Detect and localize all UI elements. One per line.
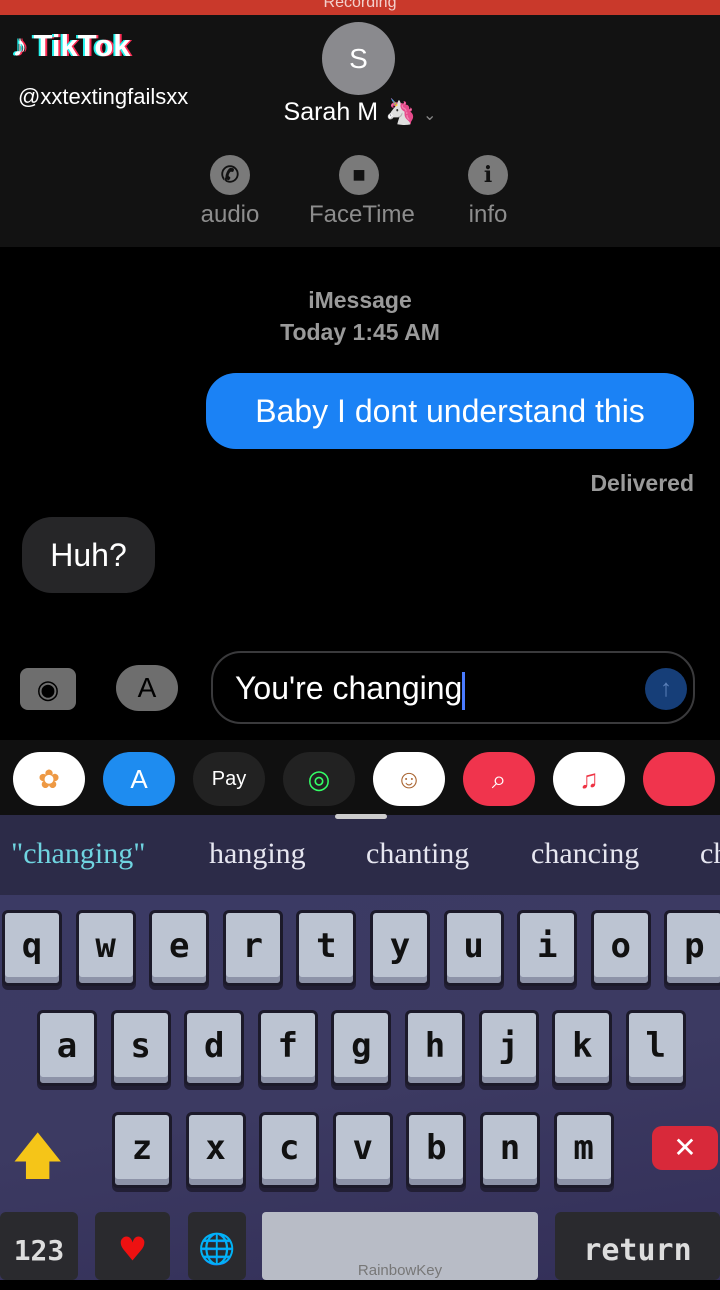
thread-meta: iMessage Today 1:45 AM <box>0 284 720 348</box>
more-app-icon[interactable] <box>643 752 715 806</box>
message-input-text: You're changing <box>235 670 463 706</box>
suggestion-bar: "changing" hanging chanting chancing ch <box>0 815 720 900</box>
key-g[interactable]: g <box>331 1010 392 1086</box>
key-t[interactable]: t <box>296 910 357 986</box>
key-i[interactable]: i <box>517 910 578 986</box>
key-j[interactable]: j <box>478 1010 539 1086</box>
music-app-icon[interactable]: ♫ <box>553 752 625 806</box>
app-store-app-icon[interactable]: A <box>103 752 175 806</box>
app-store-icon[interactable]: A <box>116 665 178 711</box>
key-k[interactable]: k <box>552 1010 613 1086</box>
tiktok-wordmark: TikTok <box>33 28 131 63</box>
key-d[interactable]: d <box>184 1010 245 1086</box>
suggestion-item[interactable]: chanting <box>366 837 469 871</box>
drag-handle[interactable] <box>335 814 387 819</box>
info-button[interactable]: i info <box>438 155 538 229</box>
shift-key[interactable]: 🡅 <box>12 1120 63 1205</box>
suggestion-item[interactable]: ch <box>700 837 720 871</box>
suggestion-item[interactable]: "changing" <box>11 837 145 871</box>
activity-app-icon[interactable]: ◎ <box>283 752 355 806</box>
key-a[interactable]: a <box>37 1010 97 1086</box>
info-label: info <box>468 201 508 228</box>
key-z[interactable]: z <box>112 1112 172 1188</box>
key-e[interactable]: e <box>149 910 210 986</box>
key-y[interactable]: y <box>370 910 430 986</box>
key-w[interactable]: w <box>75 910 136 986</box>
contact-name[interactable]: Sarah M 🦄 ⌄ <box>0 98 720 127</box>
contact-name-text: Sarah M 🦄 <box>283 98 417 126</box>
memoji-app-icon[interactable]: ☺ <box>373 752 445 806</box>
info-icon: i <box>468 155 508 195</box>
thread-timestamp: Today 1:45 AM <box>280 319 440 345</box>
key-p[interactable]: p <box>664 910 720 986</box>
app-drawer: ✿ A Pay ◎ ☺ ⌕ ♫ <box>0 740 720 818</box>
key-q[interactable]: q <box>2 910 62 986</box>
key-f[interactable]: f <box>257 1010 318 1086</box>
key-r[interactable]: r <box>222 910 283 986</box>
key-c[interactable]: c <box>259 1112 320 1188</box>
send-button[interactable]: ↑ <box>645 668 687 710</box>
key-h[interactable]: h <box>405 1010 465 1086</box>
emoji-key[interactable]: ♥ <box>95 1212 170 1280</box>
suggestion-item[interactable]: chancing <box>531 837 639 871</box>
key-x[interactable]: x <box>185 1112 246 1188</box>
recording-indicator: Recording <box>0 0 720 15</box>
key-s[interactable]: s <box>110 1010 171 1086</box>
camera-icon[interactable]: ◉ <box>20 668 76 710</box>
phone-icon: ✆ <box>210 155 250 195</box>
key-n[interactable]: n <box>480 1112 540 1188</box>
delete-key[interactable]: ✕ <box>652 1126 718 1170</box>
keyboard-brand: RainbowKey <box>357 1262 443 1279</box>
key-o[interactable]: o <box>590 910 651 986</box>
numbers-key[interactable]: 123 <box>0 1212 78 1280</box>
audio-button[interactable]: ✆ audio <box>180 155 280 229</box>
tiktok-logo: ♪ TikTok <box>12 28 131 64</box>
text-caret <box>462 671 466 710</box>
suggestion-item[interactable]: hanging <box>209 837 306 871</box>
globe-key[interactable]: 🌐 <box>188 1212 246 1280</box>
key-u[interactable]: u <box>443 910 504 986</box>
space-key[interactable]: RainbowKey <box>262 1212 538 1280</box>
key-l[interactable]: l <box>625 1010 686 1086</box>
key-v[interactable]: v <box>332 1112 393 1188</box>
service-label: iMessage <box>308 287 412 313</box>
message-input[interactable]: You're changing <box>211 651 695 724</box>
sent-message-bubble[interactable]: Baby I dont understand this <box>206 373 694 449</box>
key-b[interactable]: b <box>406 1112 467 1188</box>
audio-label: audio <box>200 201 260 228</box>
facetime-label: FaceTime <box>309 201 415 228</box>
received-message-bubble[interactable]: Huh? <box>22 517 155 593</box>
delivered-status: Delivered <box>590 470 694 496</box>
video-icon: ■ <box>339 155 379 195</box>
facetime-button[interactable]: ■ FaceTime <box>309 155 415 229</box>
photos-app-icon[interactable]: ✿ <box>13 752 85 806</box>
contact-avatar[interactable]: S <box>322 22 395 95</box>
apple-pay-app-icon[interactable]: Pay <box>193 752 265 806</box>
return-key[interactable]: return <box>555 1212 720 1280</box>
tiktok-note-icon: ♪ <box>12 28 28 63</box>
chevron-down-icon: ⌄ <box>423 107 437 124</box>
image-search-app-icon[interactable]: ⌕ <box>463 752 535 806</box>
key-m[interactable]: m <box>553 1112 614 1188</box>
